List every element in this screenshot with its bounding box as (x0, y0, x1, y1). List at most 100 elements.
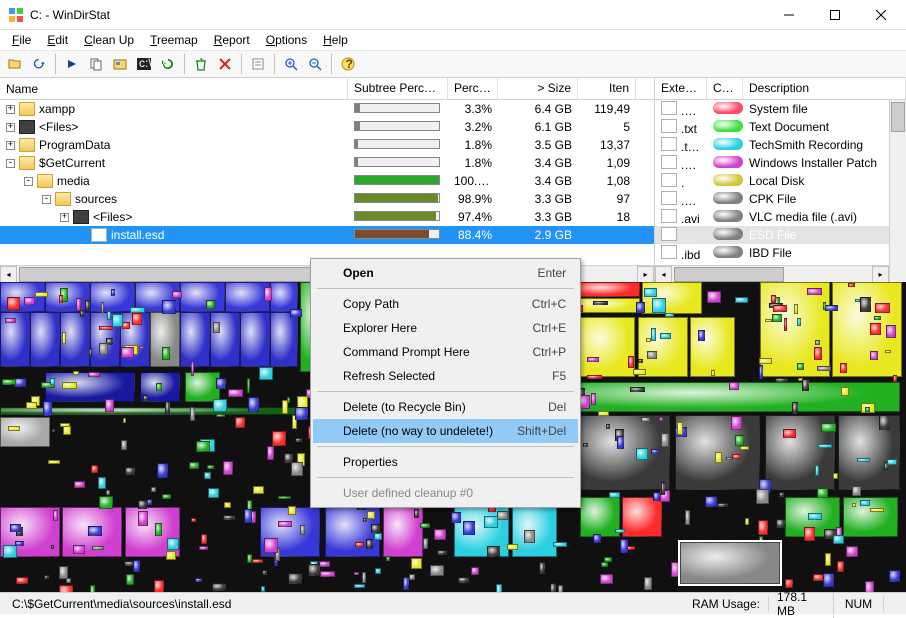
treemap-block[interactable] (261, 586, 265, 592)
treemap-block[interactable] (2, 379, 17, 385)
treemap-block[interactable] (74, 481, 85, 488)
header-ext[interactable]: Extensi... (655, 78, 707, 99)
treemap-block[interactable] (587, 375, 601, 379)
treemap-block[interactable] (366, 539, 373, 549)
treemap-block[interactable] (745, 518, 749, 524)
treemap-block[interactable] (223, 515, 235, 520)
treemap-block[interactable] (620, 539, 628, 552)
treemap-block[interactable] (833, 535, 844, 543)
treemap-block[interactable] (106, 490, 110, 495)
treemap-block[interactable] (463, 521, 476, 535)
treemap-block[interactable] (792, 402, 799, 414)
ext-row[interactable]: .txtText Document (655, 118, 906, 136)
treemap-block[interactable] (272, 431, 286, 446)
treemap-block[interactable] (698, 330, 705, 342)
header-name[interactable]: Name (0, 78, 348, 99)
treemap-block[interactable] (885, 350, 891, 354)
treemap-block[interactable] (363, 518, 367, 522)
treemap-block[interactable] (759, 358, 771, 365)
treemap-block[interactable] (190, 407, 194, 421)
treemap-block[interactable] (690, 317, 735, 377)
header-perce[interactable]: Perce... (448, 78, 498, 99)
treemap-block[interactable] (270, 312, 298, 367)
treemap-block[interactable] (735, 297, 748, 304)
treemap-block[interactable] (10, 524, 21, 532)
treemap-block[interactable] (731, 416, 742, 430)
treemap-block[interactable] (185, 372, 220, 402)
treemap-block[interactable] (210, 312, 240, 367)
treemap-block[interactable] (874, 316, 881, 320)
treemap-block[interactable] (775, 378, 788, 381)
treemap-block[interactable] (821, 423, 836, 431)
treemap-block[interactable] (165, 401, 170, 415)
treemap-block[interactable] (354, 572, 359, 575)
treemap-block[interactable] (783, 429, 795, 438)
treemap-block[interactable] (870, 351, 878, 360)
treemap-block[interactable] (90, 585, 95, 592)
treemap-block[interactable] (290, 309, 302, 318)
treemap-block[interactable] (879, 415, 890, 430)
ext-row[interactable]: .ibdIBD File (655, 244, 906, 262)
treemap-block[interactable] (354, 584, 365, 588)
treemap-block[interactable] (162, 347, 170, 359)
ext-row[interactable]: .Local Disk (655, 172, 906, 190)
treemap-block[interactable] (717, 503, 728, 507)
treemap-block[interactable] (685, 510, 690, 525)
treemap-block[interactable] (204, 472, 211, 478)
treemap-block[interactable] (63, 426, 71, 435)
treemap-block[interactable] (216, 414, 225, 417)
treemap-block[interactable] (76, 298, 81, 311)
treemap-block[interactable] (628, 356, 634, 368)
treemap-block[interactable] (707, 291, 721, 303)
treemap-block[interactable] (92, 546, 104, 549)
treemap-block[interactable] (591, 393, 595, 406)
treemap-block[interactable] (180, 282, 225, 312)
treemap-block[interactable] (247, 554, 252, 562)
treemap-block[interactable] (507, 544, 519, 550)
treemap-block[interactable] (471, 567, 479, 574)
treemap-block[interactable] (282, 400, 288, 414)
treemap-block[interactable] (870, 323, 881, 335)
scroll-left-icon[interactable]: ◂ (0, 266, 17, 283)
treemap-block[interactable] (705, 496, 717, 507)
treemap-block[interactable] (732, 454, 742, 459)
menu-item[interactable]: Properties (313, 450, 578, 474)
treemap-block[interactable] (375, 568, 381, 574)
treemap-block[interactable] (661, 433, 670, 446)
treemap-block[interactable] (162, 300, 176, 314)
treemap-block[interactable] (166, 551, 175, 560)
zoom-in-icon[interactable] (280, 53, 302, 75)
treemap-block[interactable] (833, 473, 838, 479)
expand-icon[interactable]: + (6, 123, 15, 132)
treemap-block[interactable] (99, 496, 113, 509)
treemap-block[interactable] (403, 577, 409, 590)
treemap-block[interactable] (852, 486, 861, 496)
treemap-block[interactable] (580, 282, 640, 297)
treemap-block[interactable] (212, 583, 226, 591)
treemap-block[interactable] (157, 463, 168, 477)
expand-icon[interactable]: + (60, 213, 69, 222)
treemap-block[interactable] (191, 361, 194, 375)
treemap-block[interactable] (825, 305, 838, 311)
cmd-icon[interactable]: c:\ (133, 53, 155, 75)
treemap-block[interactable] (98, 477, 106, 489)
treemap-block[interactable] (659, 417, 664, 421)
treemap-block[interactable] (580, 317, 635, 377)
treemap-block[interactable] (138, 511, 148, 525)
treemap-block[interactable] (228, 389, 242, 397)
treemap-block[interactable] (765, 319, 772, 323)
treemap-block[interactable] (374, 533, 383, 540)
treemap-block[interactable] (580, 298, 640, 313)
scroll-left-icon[interactable]: ◂ (655, 266, 672, 283)
treemap-block[interactable] (122, 322, 130, 329)
menu-item[interactable]: Command Prompt HereCtrl+P (313, 340, 578, 364)
treemap-block[interactable] (740, 446, 749, 450)
treemap-block[interactable] (62, 332, 66, 344)
treemap-block[interactable] (0, 417, 50, 447)
tree-row[interactable]: -sources98.9%3.3 GB97 (0, 190, 654, 208)
treemap-block[interactable] (893, 375, 897, 382)
treemap-block[interactable] (630, 387, 645, 393)
treemap-block[interactable] (848, 283, 854, 286)
treemap-block[interactable] (550, 583, 557, 592)
treemap-block[interactable] (48, 460, 60, 463)
